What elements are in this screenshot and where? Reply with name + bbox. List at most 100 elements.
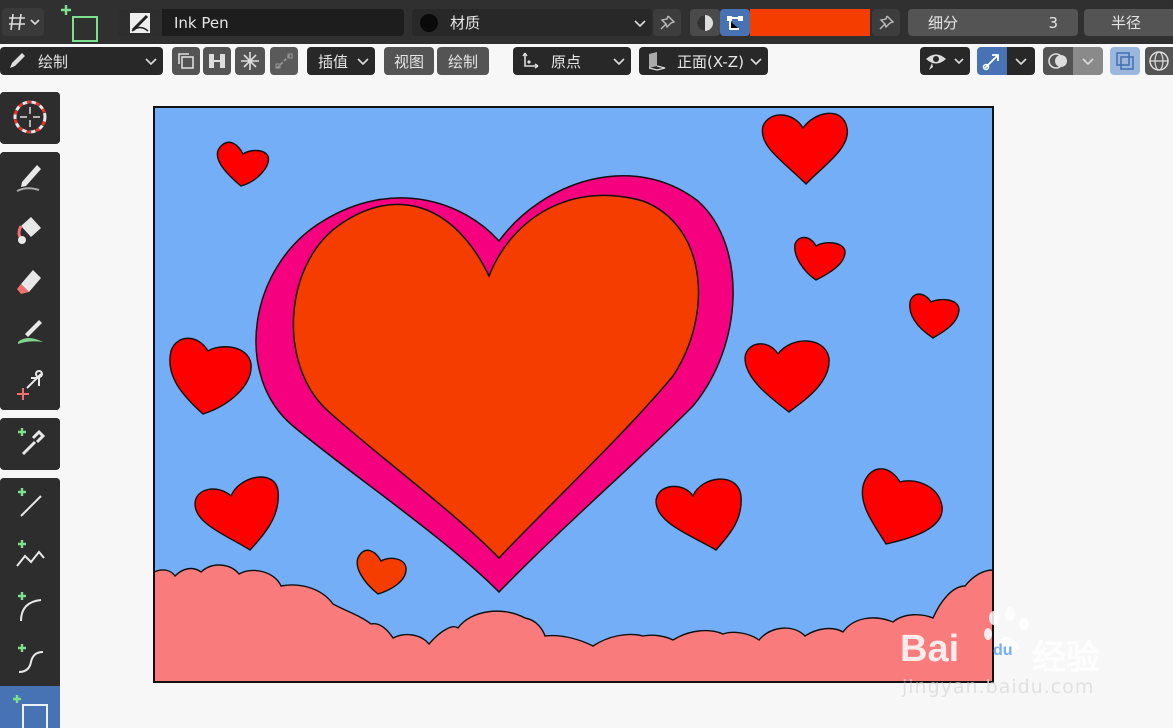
fill-tool[interactable]: [0, 204, 60, 254]
cutter-tool[interactable]: [0, 360, 60, 410]
overlay-button[interactable]: [1043, 47, 1073, 75]
curve-icon: [18, 644, 44, 673]
wireframe-sphere-icon: [1149, 51, 1169, 71]
xray-button[interactable]: [1110, 47, 1140, 75]
color-mode-vertex-button[interactable]: [720, 9, 750, 36]
subdivide-value: 3: [1048, 13, 1058, 32]
overlay-icon: [1048, 53, 1067, 69]
draw-label: 绘制: [447, 52, 478, 71]
draw-tool[interactable]: [0, 152, 60, 202]
chevron-down-icon: [750, 58, 762, 65]
polyline-tool[interactable]: [0, 530, 60, 580]
brush-selector[interactable]: Ink Pen: [118, 9, 404, 36]
pencil-icon: [10, 53, 25, 68]
box-tool[interactable]: [0, 686, 60, 728]
interpolate-menu[interactable]: 插值: [307, 47, 375, 75]
line-tool[interactable]: [0, 478, 60, 528]
snowflake-button[interactable]: [235, 47, 265, 75]
visibility-selector[interactable]: [920, 47, 970, 75]
eyedropper-tool[interactable]: [0, 418, 60, 468]
paint-tool-group: [0, 152, 60, 410]
baidu-watermark: Bai du 经验 jingyan.baidu.com: [900, 600, 1120, 710]
cursor-tool-group: [0, 92, 60, 144]
auto-merge-button[interactable]: [203, 47, 231, 75]
chevron-down-icon: [30, 19, 40, 26]
chevron-down-icon: [954, 58, 964, 65]
stroke-color-swatch[interactable]: [750, 9, 870, 36]
plane-label: 正面(X-Z): [677, 52, 744, 71]
watermark-url: jingyan.baidu.com: [902, 676, 1095, 698]
arc-tool[interactable]: [0, 582, 60, 632]
watermark-product: 经验: [1032, 638, 1100, 678]
material-sphere-icon: [697, 14, 713, 31]
drawing-canvas[interactable]: [153, 106, 994, 683]
cursor-tool[interactable]: [0, 92, 60, 142]
pin-icon: [660, 15, 676, 29]
view-menu[interactable]: 视图: [384, 47, 434, 75]
vertex-color-icon: [727, 15, 743, 30]
interpolate-label: 插值: [318, 52, 349, 71]
active-tool-box-icon[interactable]: [58, 3, 102, 43]
multiframe-button[interactable]: [172, 47, 200, 75]
polyline-icon: [16, 540, 45, 567]
curve-tool[interactable]: [0, 634, 60, 684]
pin-color-button[interactable]: [872, 9, 900, 36]
chevron-down-icon: [613, 58, 625, 65]
eye-icon: [926, 54, 946, 70]
eyedropper-icon: [18, 428, 46, 456]
chevron-down-icon: [634, 19, 646, 27]
pin-material-button[interactable]: [653, 9, 681, 36]
layers-icon: [178, 53, 194, 69]
line-icon: [18, 488, 42, 517]
gizmo-dropdown[interactable]: [1007, 47, 1035, 75]
box-icon: [13, 695, 48, 728]
material-label: 材质: [450, 14, 481, 32]
guides-icon: [275, 53, 293, 69]
overlay-dropdown[interactable]: [1073, 47, 1103, 75]
chevron-down-icon: [1015, 58, 1027, 65]
radius-field[interactable]: 半径: [1084, 9, 1173, 36]
origin-icon: [522, 52, 539, 69]
draw-mode-selector[interactable]: 绘制: [0, 47, 163, 75]
draw-mode-label: 绘制: [38, 52, 69, 71]
pencil-icon: [16, 165, 41, 192]
subdivide-label: 细分: [928, 14, 959, 32]
transform-gizmo-icon: [982, 54, 999, 71]
color-mode-material-button[interactable]: [690, 9, 720, 36]
tint-brush-icon: [18, 320, 43, 344]
drawing-plane-selector[interactable]: 正面(X-Z): [639, 47, 768, 75]
gizmo-button[interactable]: [977, 47, 1007, 75]
brush-preview-icon: [118, 9, 162, 36]
brush-name[interactable]: Ink Pen: [174, 14, 229, 32]
gpencil-mode-icon: [9, 13, 25, 31]
plane-icon: [648, 52, 666, 71]
cutter-icon: [17, 370, 43, 400]
erase-tool[interactable]: [0, 256, 60, 306]
view-label: 视图: [393, 52, 424, 71]
shading-button[interactable]: [1145, 47, 1173, 75]
xray-icon: [1116, 52, 1134, 70]
watermark-brand-suffix: du: [993, 642, 1013, 659]
chevron-down-icon: [1082, 58, 1094, 65]
material-swatch-icon: [420, 13, 438, 32]
primitive-tool-group: [0, 478, 60, 728]
eyedropper-tool-group: [0, 418, 60, 470]
chevron-down-icon: [145, 58, 157, 65]
origin-label: 原点: [551, 52, 582, 71]
object-mode-selector[interactable]: [2, 8, 44, 36]
material-selector[interactable]: 材质: [412, 9, 652, 36]
snowflake-icon: [241, 52, 259, 70]
radius-label: 半径: [1111, 14, 1142, 32]
draw-menu[interactable]: 绘制: [437, 47, 489, 75]
arc-icon: [18, 592, 42, 622]
stroke-placement-selector[interactable]: 原点: [513, 47, 631, 75]
guides-button[interactable]: [270, 47, 298, 75]
subdivide-field[interactable]: 细分 3: [908, 9, 1078, 36]
watermark-brand: Bai: [900, 628, 960, 670]
pin-icon: [879, 15, 895, 29]
tint-tool[interactable]: [0, 308, 60, 358]
cursor-icon: [13, 100, 47, 134]
fill-bucket-icon: [17, 217, 41, 244]
eraser-icon: [17, 270, 41, 294]
chevron-down-icon: [357, 58, 369, 65]
